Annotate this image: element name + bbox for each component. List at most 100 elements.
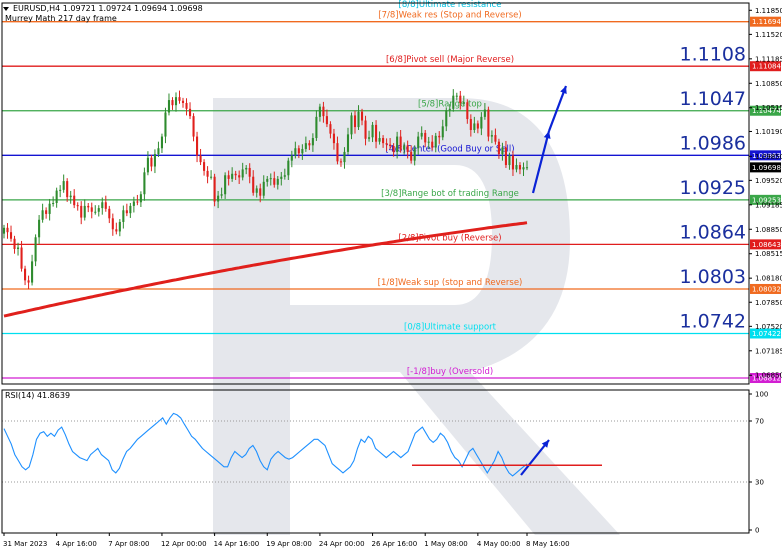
candle-body [343, 151, 346, 163]
time-label: 7 Apr 08:00 [108, 540, 149, 548]
candle-body [511, 155, 515, 170]
candle-body [322, 106, 325, 117]
candle-body [294, 148, 297, 156]
candle-body [181, 100, 185, 103]
background [0, 0, 782, 553]
candle-body [262, 181, 265, 196]
candle-body [192, 116, 195, 137]
candle-body [389, 144, 392, 147]
level-label: [6/8]Pivot sell (Major Reverse) [386, 55, 514, 65]
candle-body [143, 172, 146, 195]
price-tick-label: 1.08850 [755, 226, 782, 234]
candle-body [445, 110, 448, 127]
candle-body [245, 167, 248, 170]
candle-body [371, 124, 374, 138]
time-label: 19 Apr 08:00 [266, 540, 312, 548]
candle-body [48, 203, 51, 214]
candle-body [392, 146, 395, 152]
level-label: [1/8]Weak sup (stop and Reverse) [378, 278, 523, 288]
candle-body [252, 176, 255, 193]
candle-body [368, 137, 371, 139]
rsi-tick-label: 30 [755, 479, 764, 487]
price-tick-label: 1.11520 [755, 31, 782, 39]
price-tick-label: 1.08180 [755, 275, 782, 283]
candle-body [59, 189, 62, 191]
candle-body [238, 175, 241, 178]
time-label: 4 May 00:00 [477, 540, 521, 548]
candle-body [283, 175, 286, 177]
price-tick-label: 1.09185 [755, 201, 782, 209]
candle-body [259, 188, 262, 196]
candle-body [153, 154, 156, 167]
candle-body [248, 167, 251, 177]
candle-body [483, 109, 486, 117]
candle-body [266, 178, 269, 182]
candle-body [273, 178, 276, 185]
candle-body [6, 227, 9, 233]
candle-body [83, 205, 86, 218]
price-annotation: 1.1108 [680, 44, 746, 66]
candle-body [203, 162, 206, 171]
candle-body [122, 210, 125, 222]
price-tick-label: 1.06850 [755, 372, 782, 380]
candle-body [94, 211, 97, 213]
candle-body [9, 232, 13, 239]
candle-body [87, 205, 90, 208]
candle-body [473, 123, 476, 130]
level-price-tag-text: 1.08643 [752, 241, 781, 249]
candle-body [431, 141, 434, 148]
candle-body [220, 194, 223, 196]
candle-body [417, 136, 420, 149]
candle-body [206, 170, 209, 177]
candle-body [111, 218, 114, 230]
candle-body [185, 102, 188, 109]
candle-body [518, 165, 522, 170]
price-tick-label: 1.10850 [755, 80, 782, 88]
candle-body [31, 261, 34, 283]
candle-body [52, 202, 55, 204]
rsi-tick-label: 70 [755, 418, 764, 426]
candle-body [139, 194, 142, 203]
price-tick-label: 1.11850 [755, 7, 782, 15]
candle-body [311, 138, 314, 146]
candle-body [66, 181, 69, 198]
candle-body [2, 227, 6, 234]
candle-body [24, 268, 27, 281]
candle-body [441, 126, 444, 138]
candle-body [118, 221, 121, 232]
candle-body [357, 111, 360, 128]
chart-svg: [8/8]Ultimate resistance[7/8]Weak res (S… [0, 0, 782, 553]
candle-body [255, 188, 258, 193]
candle-body [104, 202, 107, 209]
candle-body [20, 247, 23, 269]
candle-body [13, 238, 16, 249]
price-tick-label: 1.08515 [755, 250, 782, 258]
candle-body [55, 190, 58, 203]
candle-body [241, 169, 244, 178]
candle-body [336, 143, 339, 162]
candle-body [188, 108, 192, 117]
candle-body [287, 160, 290, 176]
candle-body [157, 148, 160, 155]
candle-body [108, 208, 111, 219]
candle-body [385, 143, 388, 145]
candle-body [501, 147, 504, 155]
candle-body [269, 178, 272, 180]
candle-body [27, 280, 30, 283]
level-label: [8/8]Ultimate resistance [399, 0, 502, 10]
candle-body [69, 195, 72, 198]
candle-body [427, 141, 430, 143]
candle-body [448, 108, 451, 111]
current-price-text: 1.09698 [752, 164, 781, 172]
candle-body [469, 119, 472, 130]
candle-body [332, 133, 335, 144]
candle-body [167, 100, 171, 113]
candle-body [382, 138, 385, 144]
candle-body [508, 155, 511, 166]
candle-body [76, 205, 79, 207]
candle-body [45, 210, 48, 214]
candle-body [174, 97, 178, 106]
candle-body [80, 205, 83, 218]
candle-body [434, 135, 437, 148]
price-annotation: 1.0742 [680, 311, 746, 333]
